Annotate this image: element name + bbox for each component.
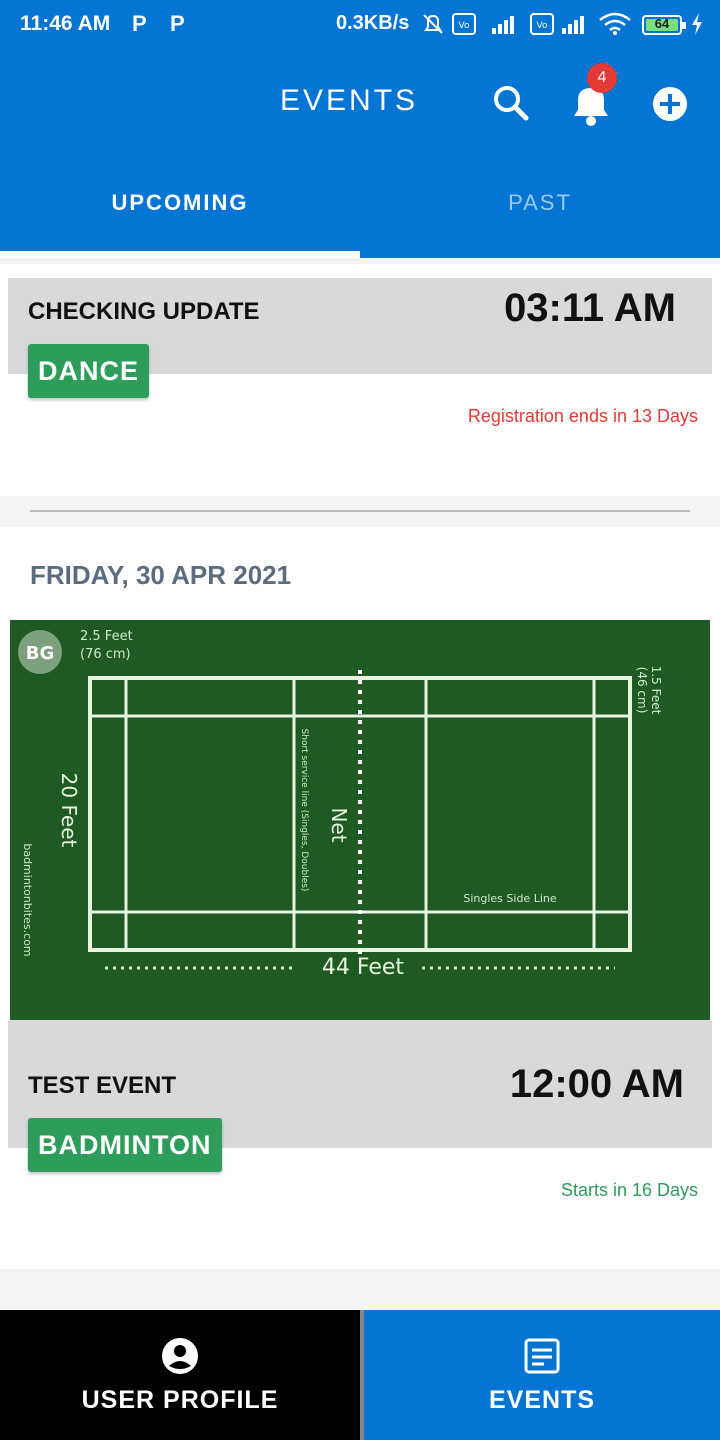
top-measure-label: 2.5 Feet (80, 629, 133, 644)
search-icon[interactable] (492, 84, 530, 122)
tab-past[interactable]: PAST (360, 190, 720, 216)
network-speed: 0.3KB/s (336, 12, 410, 34)
site-label: badmintonbites.com (21, 843, 34, 956)
notification-count-badge: 4 (587, 63, 617, 93)
charging-icon (692, 13, 702, 35)
top-measure-label-cm: (76 cm) (80, 647, 131, 662)
width-label: 20 Feet (57, 773, 81, 848)
event-image[interactable]: BG 2.5 Feet (76 cm) Net Short service li… (10, 620, 710, 1020)
tab-upcoming[interactable]: UPCOMING (0, 190, 360, 216)
svg-text:Vo: Vo (459, 21, 470, 31)
event-date-header: FRIDAY, 30 APR 2021 (30, 560, 292, 590)
logo-text: BG (26, 643, 55, 664)
badminton-court-diagram: BG 2.5 Feet (76 cm) Net Short service li… (18, 629, 663, 980)
nav-label: USER PROFILE (81, 1386, 279, 1414)
event-start-note: Starts in 16 Days (560, 1180, 698, 1200)
parking-notification-icon: P (170, 11, 185, 36)
event-note-icon (524, 1338, 560, 1374)
singles-line-label: Singles Side Line (463, 892, 556, 905)
nav-label: EVENTS (488, 1386, 596, 1414)
battery-level: 64 (654, 16, 670, 31)
event-card[interactable]: CHECKING UPDATE 03:11 AM DANCE Registrat… (0, 264, 720, 496)
category-tag: BADMINTON (28, 1118, 222, 1172)
registration-note: Registration ends in 13 Days (467, 406, 698, 426)
nav-events[interactable]: EVENTS (364, 1310, 720, 1440)
signal-4g-icon (492, 16, 514, 34)
parking-notification-icon: P (132, 11, 147, 36)
event-name: TEST EVENT (28, 1072, 177, 1099)
volte-icon-2: Vo (530, 13, 554, 35)
battery-icon: 64 (642, 15, 686, 35)
app-header: 11:46 AM P P 0.3KB/s Vo Vo 64 EVENTS 4 U… (0, 0, 720, 258)
page-title: EVENTS (280, 84, 419, 117)
event-name: CHECKING UPDATE (28, 298, 260, 325)
length-label: 44 Feet (322, 955, 405, 980)
active-tab-indicator (0, 251, 360, 258)
event-time: 03:11 AM (504, 286, 676, 330)
service-line-label: Short service line (Singles, Doubles) (299, 729, 309, 892)
account-circle-icon (162, 1338, 198, 1374)
status-bar: 11:46 AM P P 0.3KB/s Vo Vo 64 (0, 0, 720, 52)
event-time: 12:00 AM (509, 1062, 684, 1106)
divider (30, 510, 690, 512)
side-measure-label: 1.5 Feet (649, 666, 663, 715)
side-measure-label-cm: (46 cm) (635, 667, 649, 714)
signal-icon (562, 16, 584, 34)
nav-user-profile[interactable]: USER PROFILE (0, 1310, 360, 1440)
bell-muted-icon (423, 14, 443, 34)
bottom-navigation: USER PROFILE EVENTS (0, 1310, 720, 1440)
status-time: 11:46 AM (20, 12, 111, 35)
svg-text:Vo: Vo (537, 21, 548, 31)
net-label: Net (327, 807, 351, 842)
wifi-icon (599, 12, 631, 35)
category-tag: DANCE (28, 344, 150, 398)
volte-icon: Vo (452, 13, 476, 35)
add-circle-icon[interactable] (652, 86, 688, 122)
